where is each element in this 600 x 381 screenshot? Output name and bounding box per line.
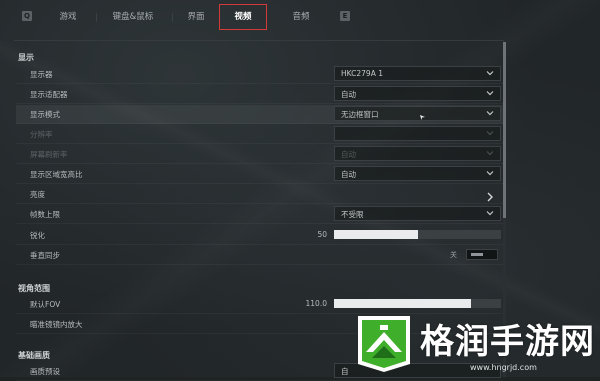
setting-brightness[interactable]: 亮度 <box>16 185 503 204</box>
watermark-logo-icon <box>352 308 416 374</box>
dropdown-value: 不受限 <box>341 210 364 219</box>
setting-label: 帧数上限 <box>30 210 60 219</box>
chevron-down-icon <box>485 148 495 158</box>
dropdown-value: 无边框窗口 <box>341 110 379 119</box>
tab-interface[interactable]: 界面 <box>176 8 216 26</box>
tab-separator <box>96 13 97 22</box>
toggle-state-label: 关 <box>450 251 457 259</box>
chevron-right-icon[interactable] <box>485 188 495 202</box>
setting-label: 锐化 <box>30 231 45 240</box>
resolution-dropdown <box>334 126 501 141</box>
header-divider <box>14 40 504 41</box>
watermark: 格润手游网 www.hngrjd.com <box>352 304 600 377</box>
setting-label: 瞄准镜镜内放大 <box>30 320 83 329</box>
setting-monitor[interactable]: 显示器 HKC279A 1 <box>16 65 503 84</box>
chevron-down-icon <box>485 208 495 218</box>
setting-aspect-ratio[interactable]: 显示区域宽高比 自动 <box>16 165 503 184</box>
refresh-rate-dropdown: 自动 <box>334 146 501 161</box>
chevron-down-icon <box>485 68 495 78</box>
tab-game[interactable]: 游戏 <box>48 8 88 26</box>
toggle-track <box>466 249 498 260</box>
active-tab-highlight <box>219 4 267 30</box>
tab-video[interactable]: 视频 <box>219 4 267 30</box>
setting-label: 显示适配器 <box>30 90 68 99</box>
chevron-down-icon <box>485 128 495 138</box>
dropdown-value: 自动 <box>341 170 356 179</box>
setting-fps-limit[interactable]: 帧数上限 不受限 <box>16 205 503 224</box>
dropdown-value: 自动 <box>341 150 356 159</box>
setting-sharpen[interactable]: 锐化 50 <box>16 226 503 245</box>
setting-resolution: 分辨率 <box>16 125 503 144</box>
mouse-cursor-icon <box>420 105 425 120</box>
chevron-down-icon <box>485 88 495 98</box>
setting-label: 显示区域宽高比 <box>30 170 83 179</box>
setting-adapter[interactable]: 显示适配器 自动 <box>16 85 503 104</box>
dropdown-value: 自 <box>341 367 349 376</box>
chevron-down-icon <box>485 108 495 118</box>
setting-label: 亮度 <box>30 190 45 199</box>
setting-label: 默认FOV <box>30 300 61 309</box>
sharpen-value: 50 <box>317 230 327 239</box>
setting-label: 垂直同步 <box>30 251 60 260</box>
setting-refresh-rate: 屏幕刷新率 自动 <box>16 145 503 164</box>
section-quality-title: 基础画质 <box>18 351 50 360</box>
adapter-dropdown[interactable]: 自动 <box>334 86 501 101</box>
setting-label: 显示器 <box>30 70 53 79</box>
fps-limit-dropdown[interactable]: 不受限 <box>334 206 501 221</box>
setting-label: 屏幕刷新率 <box>30 150 68 159</box>
chevron-down-icon <box>485 168 495 178</box>
display-mode-dropdown[interactable]: 无边框窗口 <box>334 106 501 121</box>
setting-display-mode[interactable]: 显示模式 无边框窗口 <box>16 105 503 124</box>
vsync-toggle[interactable]: 关 <box>450 249 500 261</box>
setting-label: 画质预设 <box>30 367 60 376</box>
aspect-ratio-dropdown[interactable]: 自动 <box>334 166 501 181</box>
scrollbar-thumb[interactable] <box>503 42 506 218</box>
toggle-knob <box>471 253 483 256</box>
prev-tab-key[interactable]: Q <box>22 11 32 21</box>
watermark-url: www.hngrjd.com <box>470 363 537 372</box>
next-tab-key[interactable]: E <box>340 11 350 21</box>
tab-separator <box>172 13 173 22</box>
section-fov-title: 视角范围 <box>18 284 50 293</box>
dropdown-value: 自动 <box>341 90 356 99</box>
setting-label: 分辨率 <box>30 130 53 139</box>
tab-audio[interactable]: 音频 <box>280 8 322 26</box>
fov-value: 110.0 <box>305 299 327 308</box>
setting-label: 显示模式 <box>30 110 60 119</box>
tab-keyboard-mouse[interactable]: 键盘&鼠标 <box>103 8 163 26</box>
watermark-title: 格润手游网 <box>420 322 595 362</box>
slider-fill <box>334 230 418 239</box>
tab-bar: Q 游戏 键盘&鼠标 界面 视频 音频 E <box>0 0 600 34</box>
section-display-title: 显示 <box>18 53 34 62</box>
sharpen-slider[interactable] <box>334 230 501 239</box>
dropdown-value: HKC279A 1 <box>341 69 383 78</box>
setting-vsync[interactable]: 垂直同步 关 <box>16 246 503 265</box>
monitor-dropdown[interactable]: HKC279A 1 <box>334 66 501 81</box>
